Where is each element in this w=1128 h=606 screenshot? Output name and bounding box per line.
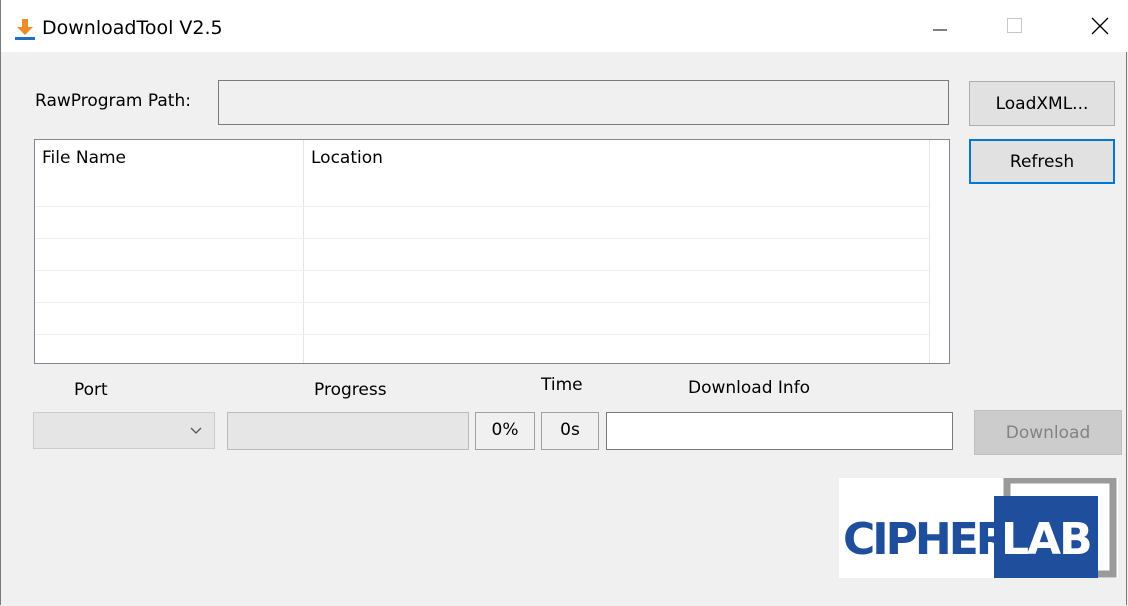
progress-label: Progress [314, 380, 387, 400]
close-button[interactable] [1071, 0, 1128, 52]
column-divider [303, 140, 304, 363]
time-elapsed: 0s [541, 412, 599, 450]
progress-percent: 0% [475, 412, 535, 450]
list-row-line [35, 270, 929, 271]
rawprogram-path-label: RawProgram Path: [35, 91, 191, 111]
time-label: Time [541, 375, 583, 395]
app-window: DownloadTool V2.5 RawProgram Path: LoadX… [0, 0, 1128, 605]
port-label: Port [74, 380, 108, 400]
port-dropdown[interactable] [33, 412, 215, 449]
load-xml-button[interactable]: LoadXML... [969, 81, 1115, 126]
window-title: DownloadTool V2.5 [42, 17, 223, 39]
file-list[interactable]: File Name Location [34, 139, 950, 364]
rawprogram-path-field[interactable] [218, 80, 949, 125]
list-row-line [35, 238, 929, 239]
download-info-label: Download Info [688, 378, 811, 398]
minimize-icon [933, 29, 947, 31]
progress-bar [227, 412, 469, 450]
cipherlab-logo: CIPHER LAB [839, 478, 1118, 578]
minimize-button[interactable] [911, 0, 969, 52]
maximize-button[interactable] [986, 0, 1044, 52]
column-divider [929, 140, 930, 363]
list-row-line [35, 334, 929, 335]
refresh-button[interactable]: Refresh [969, 139, 1115, 184]
file-list-header: File Name Location [35, 140, 949, 176]
title-bar[interactable]: DownloadTool V2.5 [1, 0, 1128, 52]
column-file-name[interactable]: File Name [42, 148, 126, 168]
svg-text:LAB: LAB [1001, 514, 1091, 565]
chevron-down-icon [190, 427, 202, 434]
list-row-line [35, 206, 929, 207]
column-location[interactable]: Location [311, 148, 383, 168]
download-button[interactable]: Download [974, 410, 1122, 455]
download-app-icon [15, 19, 35, 40]
list-row-line [35, 302, 929, 303]
close-icon [1091, 17, 1109, 35]
download-info-field [606, 412, 953, 450]
svg-text:CIPHER: CIPHER [843, 514, 1009, 565]
maximize-icon [1007, 18, 1022, 33]
